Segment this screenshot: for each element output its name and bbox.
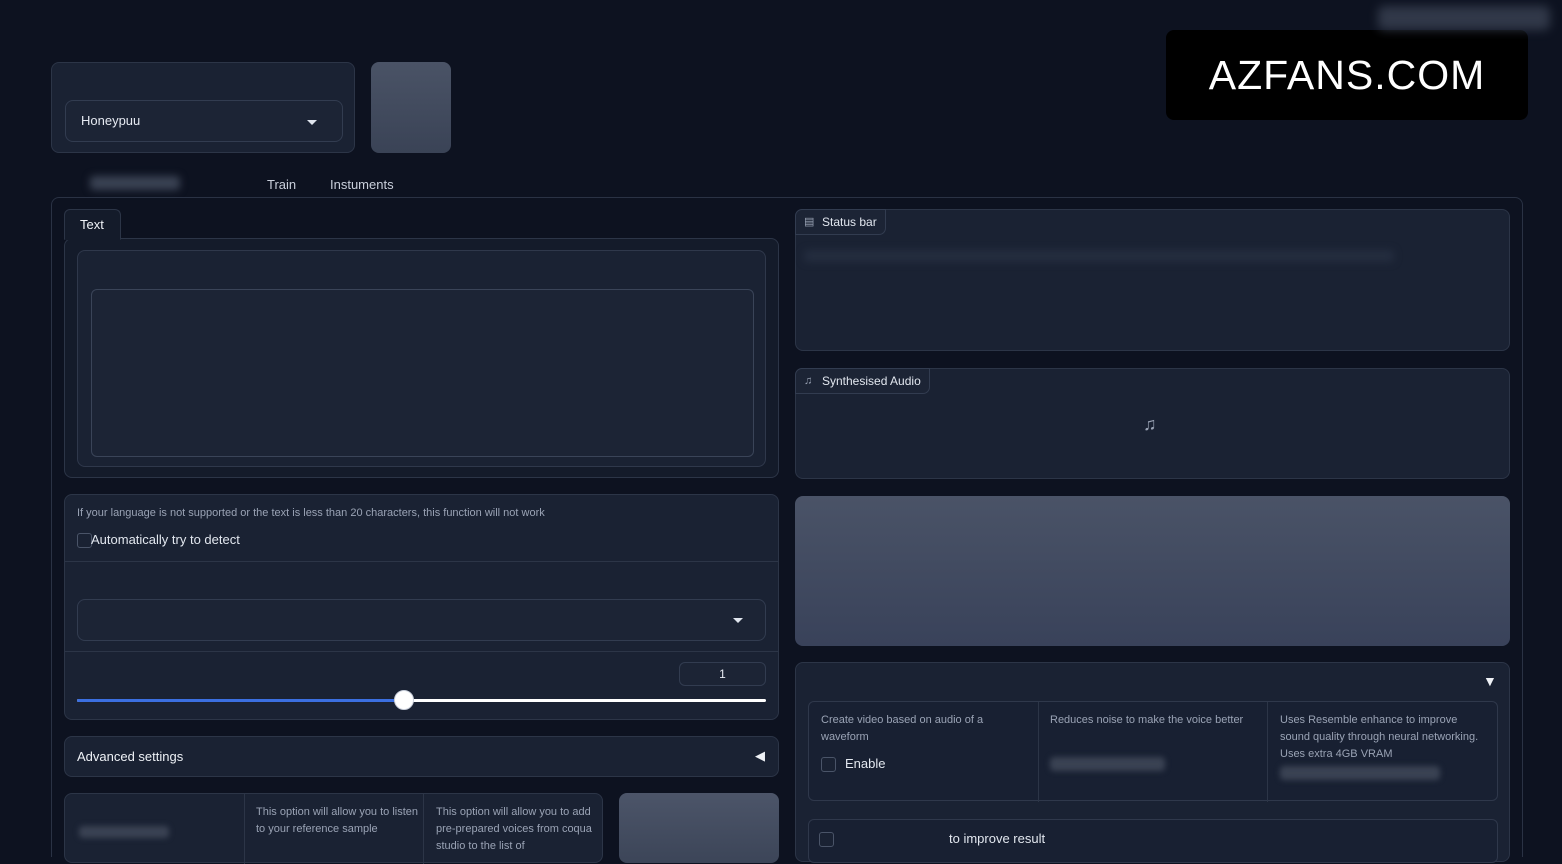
synth-audio-chip: ♫ Synthesised Audio — [795, 368, 930, 394]
coqua-voices-desc: This option will allow you to add pre-pr… — [436, 806, 592, 852]
tab-train[interactable]: Train — [267, 177, 296, 192]
divider — [423, 794, 424, 864]
divider — [1267, 702, 1268, 802]
advanced-settings-label: Advanced settings — [77, 749, 184, 764]
slider-fill — [77, 699, 405, 702]
slider-track[interactable] — [77, 690, 766, 710]
text-input-wrapper — [77, 250, 766, 467]
watermark: AZFANS.COM — [1166, 30, 1528, 120]
synth-audio-panel: ♫ Synthesised Audio ♫ — [795, 368, 1510, 479]
status-bar-panel: ▤ Status bar — [795, 209, 1510, 351]
synth-audio-label: Synthesised Audio — [822, 374, 921, 388]
text-panel — [64, 238, 779, 478]
divider — [65, 561, 778, 562]
tab-instuments[interactable]: Instuments — [330, 177, 394, 192]
blurred-resemble-option[interactable] — [1280, 766, 1440, 780]
slider-thumb[interactable] — [394, 690, 415, 710]
chevron-down-icon — [307, 120, 317, 125]
slider-number-input[interactable]: 1 — [679, 662, 766, 686]
improve-row: to improve result — [808, 819, 1498, 863]
divider — [244, 794, 245, 864]
language-panel: If your language is not supported or the… — [64, 494, 779, 720]
features-panel: ▼ Create video based on audio of a wavef… — [795, 662, 1510, 863]
language-warning: If your language is not supported or the… — [77, 507, 545, 519]
model-panel: Honeypuu — [51, 62, 355, 153]
triangle-down-icon[interactable]: ▼ — [1483, 673, 1497, 689]
status-bar-label: Status bar — [822, 215, 877, 229]
auto-detect-checkbox[interactable] — [77, 533, 92, 548]
music-note-icon: ♫ — [804, 375, 813, 387]
language-dropdown[interactable] — [77, 599, 766, 641]
tab-blurred[interactable] — [90, 176, 180, 190]
blurred-option — [79, 826, 169, 838]
resemble-desc: Uses Resemble enhance to improve sound q… — [1280, 714, 1479, 760]
divider — [65, 651, 778, 652]
listen-reference-desc: This option will allow you to listen to … — [256, 806, 419, 835]
advanced-settings-accordion[interactable]: Advanced settings ◀ — [64, 736, 779, 777]
waveform-desc: Create video based on audio of a wavefor… — [821, 714, 984, 743]
blurred-header-item — [1378, 6, 1550, 30]
waveform-enable-label[interactable]: Enable — [845, 756, 885, 771]
tab-text[interactable]: Text — [64, 209, 121, 240]
bottom-options: This option will allow you to listen to … — [64, 793, 603, 864]
auto-detect-label[interactable]: Automatically try to detect — [91, 532, 240, 547]
tab-text-label: Text — [80, 217, 104, 232]
music-note-icon: ♫ — [1143, 414, 1157, 434]
blurred-denoise-option[interactable] — [1050, 757, 1165, 771]
watermark-text: AZFANS.COM — [1208, 52, 1486, 98]
features-grid: Create video based on audio of a wavefor… — [808, 701, 1498, 802]
waveform-checkbox[interactable] — [821, 757, 836, 772]
denoise-desc: Reduces noise to make the voice better — [1050, 714, 1244, 726]
status-text — [804, 250, 1394, 262]
model-dropdown[interactable]: Honeypuu — [65, 100, 343, 142]
upload-button[interactable] — [619, 793, 779, 863]
status-bar-chip: ▤ Status bar — [795, 209, 886, 235]
textbox-icon: ▤ — [804, 216, 815, 228]
model-dropdown-value: Honeypuu — [81, 113, 141, 128]
improve-label[interactable]: to improve result — [949, 831, 1045, 846]
text-input[interactable] — [91, 289, 754, 457]
chevron-down-icon — [733, 618, 743, 623]
divider — [1038, 702, 1039, 802]
improve-checkbox[interactable] — [819, 832, 834, 847]
generate-button[interactable] — [795, 496, 1510, 646]
refresh-button[interactable] — [371, 62, 451, 153]
slider-value: 1 — [719, 667, 726, 681]
triangle-left-icon: ◀ — [755, 748, 765, 763]
